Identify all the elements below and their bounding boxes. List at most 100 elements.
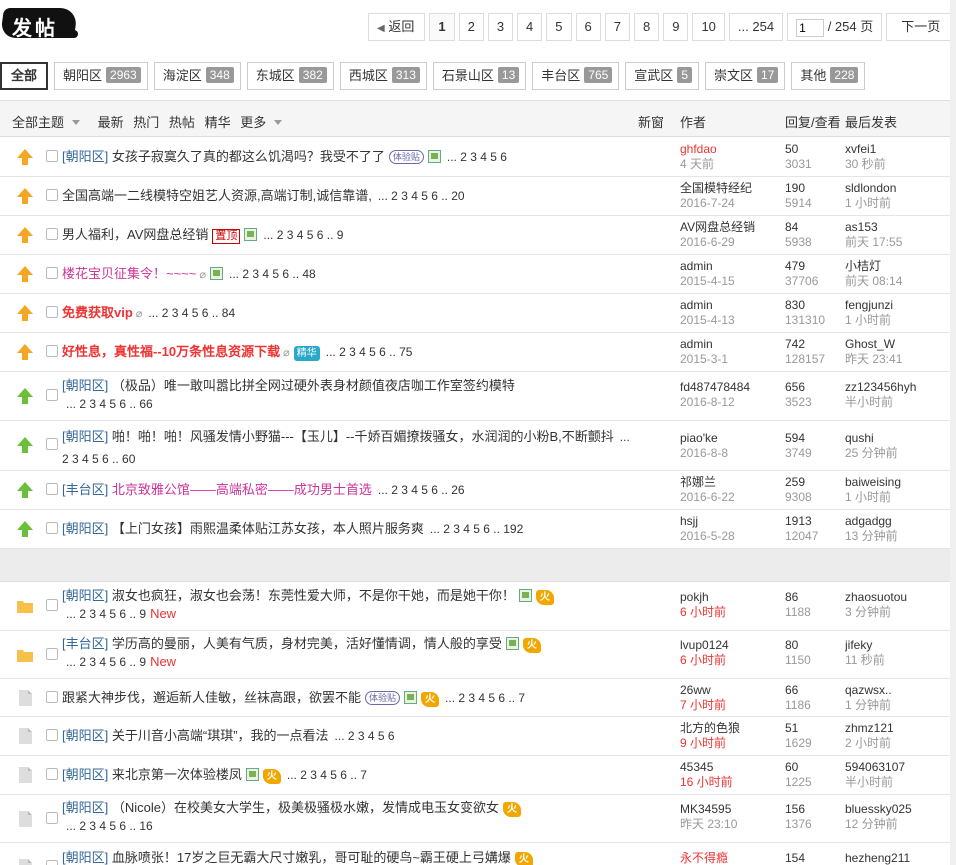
last-poster[interactable]: zhmz121 [845,721,950,736]
thread-title[interactable]: （Nicole）在校美女大学生，极美极骚极水嫩，发情成电玉女变欲女 [112,800,499,815]
last-post-time[interactable]: 2 小时前 [845,736,950,751]
category-link[interactable]: [丰台区] [62,482,108,497]
row-checkbox[interactable] [46,599,58,611]
page-4[interactable]: 4 [517,13,543,41]
category-link[interactable]: [朝阳区] [62,850,108,865]
row-checkbox[interactable] [46,860,58,865]
thread-pages[interactable]: ... 2 3 4 5 6 [447,150,507,164]
thread-title[interactable]: 【上门女孩】雨熙温柔体贴江苏女孩，本人照片服务爽 [112,521,424,536]
thread-title[interactable]: 楼花宝贝征集令！~~~~ [62,266,196,281]
author-name[interactable]: 永不得瘾 [680,851,780,865]
thread-title[interactable]: 好性息，真性福--10万条性息资源下载 [62,344,280,359]
category-link[interactable]: [朝阳区] [62,378,108,393]
last-poster[interactable]: fengjunzi [845,298,950,313]
last-post-time[interactable]: 13 分钟前 [845,529,950,544]
row-checkbox[interactable] [46,483,58,495]
row-checkbox[interactable] [46,306,58,318]
row-checkbox[interactable] [46,228,58,240]
thread-pages[interactable]: ... 2 3 4 5 6 .. 9 [66,655,146,669]
thread-pages[interactable]: ... 2 3 4 5 6 .. 84 [148,306,235,320]
thread-pages[interactable]: ... 2 3 4 5 6 .. 7 [445,691,525,705]
row-checkbox[interactable] [46,729,58,741]
author-name[interactable]: 26ww [680,683,780,698]
thread-title[interactable]: 学历高的曼丽，人美有气质，身材完美，活好懂情调，情人般的享受 [112,636,502,651]
last-post-time[interactable]: 1 小时前 [845,196,950,211]
tab-shijingshan[interactable]: 石景山区 13 [432,62,527,90]
thread-title[interactable]: 来北京第一次体验楼凤 [112,767,242,782]
category-link[interactable]: [朝阳区] [62,800,108,815]
category-link[interactable]: [朝阳区] [62,149,108,164]
author-name[interactable]: MK34595 [680,802,780,817]
last-post-time[interactable]: 1 小时前 [845,313,950,328]
last-post-time[interactable]: 3 分钟前 [845,605,950,620]
last-poster[interactable]: zz123456hyh [845,380,950,395]
last-post-time[interactable]: 11 秒前 [845,653,950,668]
last-post-time[interactable]: 前天 17:55 [845,235,950,250]
thread-pages[interactable]: ... 2 3 4 5 6 .. 9 [66,607,146,621]
author-name[interactable]: admin [680,337,780,352]
last-post-time[interactable]: 12 分钟前 [845,817,950,832]
last-post-time[interactable]: 1 分钟前 [845,698,950,713]
last-poster[interactable]: Ghost_W [845,337,950,352]
tab-xuanwu[interactable]: 宣武区 5 [625,62,699,90]
thread-title[interactable]: 免费获取vip [62,305,133,320]
thread-title[interactable]: 淑女也疯狂，淑女也会荡！东莞性爱大师，不是你干她，而是她干你！ [112,588,515,603]
last-post-time[interactable]: 30 秒前 [845,157,950,172]
row-checkbox[interactable] [46,267,58,279]
last-poster[interactable]: 小桔灯 [845,259,950,274]
thread-title[interactable]: 全国高端一二线模特空姐艺人资源,高端订制,诚信靠谱, [62,188,372,203]
author-name[interactable]: 北方的色狼 [680,721,780,736]
row-checkbox[interactable] [46,389,58,401]
all-topics-filter[interactable]: 全部主题 [12,115,81,130]
author-name[interactable]: admin [680,259,780,274]
last-poster[interactable]: zhaosuotou [845,590,950,605]
category-link[interactable]: [朝阳区] [62,521,108,536]
page-7[interactable]: 7 [604,13,630,41]
last-poster[interactable]: qushi [845,431,950,446]
author-name[interactable]: lvup0124 [680,638,780,653]
page-9[interactable]: 9 [663,13,689,41]
author-name[interactable]: ghfdao [680,142,780,157]
row-checkbox[interactable] [46,812,58,824]
filter-digest[interactable]: 精华 [205,115,231,130]
thread-title[interactable]: 啪！啪！啪！风骚发情小野猫---【玉儿】--千娇百媚撩拨骚女，水润润的小粉B,不… [112,429,614,444]
tab-dongcheng[interactable]: 东城区 382 [246,62,334,90]
last-poster[interactable]: 594063107 [845,760,950,775]
tab-fengtai[interactable]: 丰台区 765 [532,62,620,90]
author-name[interactable]: 45345 [680,760,780,775]
filter-hot-posts[interactable]: 热帖 [169,115,195,130]
author-name[interactable]: piao'ke [680,431,780,446]
new-window-toggle[interactable]: 新窗 [638,112,664,131]
author-name[interactable]: pokjh [680,590,780,605]
next-page-button[interactable]: 下一页 [886,13,956,41]
author-name[interactable]: 祁娜兰 [680,475,780,490]
tab-other[interactable]: 其他 228 [791,62,866,90]
last-poster[interactable]: jifeky [845,638,950,653]
page-last[interactable]: ... 254 [728,13,784,41]
category-link[interactable]: [丰台区] [62,636,108,651]
last-post-time[interactable]: 昨天 23:41 [845,352,950,367]
page-5[interactable]: 5 [546,13,572,41]
thread-pages[interactable]: ... 2 3 4 5 6 .. 20 [378,189,465,203]
page-1[interactable]: 1 [429,13,455,41]
filter-latest[interactable]: 最新 [98,115,124,130]
thread-pages[interactable]: ... 2 3 4 5 6 .. 75 [326,345,413,359]
post-button[interactable]: 发帖 [0,4,79,42]
category-link[interactable]: [朝阳区] [62,728,108,743]
last-post-time[interactable]: 前天 08:14 [845,274,950,289]
category-link[interactable]: [朝阳区] [62,767,108,782]
tab-all[interactable]: 全部 [0,62,49,90]
thread-title[interactable]: （极品）唯一敢叫嚣比拼全网过硬外表身材颜值夜店咖工作室签约模特 [112,378,515,393]
thread-pages[interactable]: ... 2 3 4 5 6 .. 66 [66,397,153,411]
thread-pages[interactable]: ... 2 3 4 5 6 .. 192 [430,522,523,536]
last-poster[interactable]: as153 [845,220,950,235]
last-poster[interactable]: baiweising [845,475,950,490]
thread-pages[interactable]: ... 2 3 4 5 6 .. 16 [66,819,153,833]
row-checkbox[interactable] [46,189,58,201]
last-post-time[interactable]: 半小时前 [845,775,950,790]
row-checkbox[interactable] [46,691,58,703]
last-poster[interactable]: xvfei1 [845,142,950,157]
thread-title[interactable]: 跟紧大神步伐，邂逅新人佳敏，丝袜高跟，欲罢不能 [62,690,361,705]
thread-title[interactable]: 北京致雅公馆——高端私密——成功男士首选 [112,482,372,497]
page-6[interactable]: 6 [575,13,601,41]
